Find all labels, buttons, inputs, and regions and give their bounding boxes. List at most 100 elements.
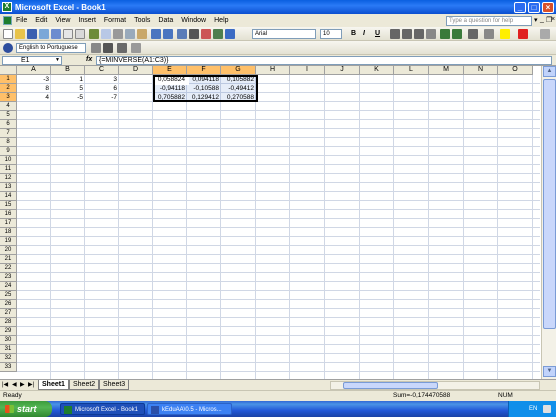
row-header-21[interactable]: 21	[0, 255, 17, 264]
row-header-15[interactable]: 15	[0, 201, 17, 210]
cell-e1[interactable]: 0,058824	[153, 75, 187, 84]
row-header-2[interactable]: 2	[0, 84, 17, 93]
row-header-33[interactable]: 33	[0, 363, 17, 372]
font-color-icon[interactable]	[518, 29, 528, 39]
column-header-g[interactable]: G	[221, 66, 256, 75]
next-sheet-icon[interactable]: ▶	[20, 381, 25, 388]
cell-a3[interactable]: 4	[17, 93, 51, 102]
hyperlink-icon[interactable]	[177, 29, 187, 39]
italic-button[interactable]: I	[363, 29, 365, 39]
row-header-16[interactable]: 16	[0, 210, 17, 219]
align-left-icon[interactable]	[390, 29, 400, 39]
cell-e3[interactable]: 0,705882	[153, 93, 187, 102]
cell-e2[interactable]: -0,94118	[153, 84, 187, 93]
name-box[interactable]: E1 ▼	[2, 56, 62, 65]
row-header-23[interactable]: 23	[0, 273, 17, 282]
cell-a2[interactable]: 8	[17, 84, 51, 93]
row-header-26[interactable]: 26	[0, 300, 17, 309]
horizontal-scroll-thumb[interactable]	[343, 382, 438, 389]
cut-icon[interactable]	[113, 29, 123, 39]
cell-c1[interactable]: 3	[85, 75, 119, 84]
workbook-icon[interactable]	[3, 16, 12, 25]
row-header-4[interactable]: 4	[0, 102, 17, 111]
column-header-e[interactable]: E	[153, 66, 187, 75]
row-header-25[interactable]: 25	[0, 291, 17, 300]
translate-word-icon[interactable]	[103, 43, 113, 53]
row-header-30[interactable]: 30	[0, 336, 17, 345]
research-icon[interactable]	[101, 29, 111, 39]
column-header-o[interactable]: O	[498, 66, 533, 75]
row-header-29[interactable]: 29	[0, 327, 17, 336]
save-icon[interactable]	[27, 29, 37, 39]
row-header-9[interactable]: 9	[0, 147, 17, 156]
borders-icon[interactable]	[484, 29, 494, 39]
cell-a1[interactable]: -3	[17, 75, 51, 84]
align-center-icon[interactable]	[402, 29, 412, 39]
scroll-down-icon[interactable]: ▼	[543, 366, 556, 377]
copy-icon[interactable]	[125, 29, 135, 39]
row-header-8[interactable]: 8	[0, 138, 17, 147]
row-header-5[interactable]: 5	[0, 111, 17, 120]
new-icon[interactable]	[3, 29, 13, 39]
first-sheet-icon[interactable]: |◀	[2, 381, 8, 388]
insert-function-icon[interactable]: fx	[86, 56, 92, 63]
translate-settings-icon[interactable]	[131, 43, 141, 53]
row-header-22[interactable]: 22	[0, 264, 17, 273]
menu-window[interactable]: Window	[181, 17, 206, 24]
tray-language[interactable]: EN	[529, 401, 537, 417]
percent-icon[interactable]	[452, 29, 462, 39]
row-header-19[interactable]: 19	[0, 237, 17, 246]
row-header-17[interactable]: 17	[0, 219, 17, 228]
font-size-select[interactable]: 10	[320, 29, 342, 39]
sort-ascending-icon[interactable]	[201, 29, 211, 39]
column-header-f[interactable]: F	[187, 66, 221, 75]
column-header-d[interactable]: D	[119, 66, 153, 75]
cell-b2[interactable]: 5	[51, 84, 85, 93]
workbook-minimize-button[interactable]: _	[540, 16, 544, 23]
column-header-a[interactable]: A	[17, 66, 51, 75]
menu-data[interactable]: Data	[158, 17, 173, 24]
vertical-scroll-thumb[interactable]	[543, 79, 556, 329]
row-header-27[interactable]: 27	[0, 309, 17, 318]
underline-button[interactable]: U	[375, 29, 380, 39]
print-preview-icon[interactable]	[75, 29, 85, 39]
formula-input[interactable]: {=MINVERSE(A1:C3)}	[96, 56, 552, 65]
print-icon[interactable]	[63, 29, 73, 39]
row-header-18[interactable]: 18	[0, 228, 17, 237]
menu-view[interactable]: View	[55, 17, 70, 24]
help-search-input[interactable]: Type a question for help	[446, 16, 532, 26]
permission-icon[interactable]	[39, 29, 49, 39]
column-header-c[interactable]: C	[85, 66, 119, 75]
row-header-3[interactable]: 3	[0, 93, 17, 102]
translate-icon[interactable]	[3, 43, 13, 53]
row-header-10[interactable]: 10	[0, 156, 17, 165]
toolbar-options-icon[interactable]	[540, 29, 550, 39]
row-header-31[interactable]: 31	[0, 345, 17, 354]
translate-option-icon[interactable]	[91, 43, 101, 53]
cell-c2[interactable]: 6	[85, 84, 119, 93]
tab-sheet3[interactable]: Sheet3	[99, 380, 130, 390]
minimize-button[interactable]: _	[514, 1, 526, 13]
row-header-28[interactable]: 28	[0, 318, 17, 327]
cell-c3[interactable]: -7	[85, 93, 119, 102]
menu-edit[interactable]: Edit	[35, 17, 47, 24]
scroll-up-icon[interactable]: ▲	[543, 66, 556, 77]
translate-page-icon[interactable]	[117, 43, 127, 53]
close-button[interactable]: ×	[542, 1, 554, 13]
row-header-7[interactable]: 7	[0, 129, 17, 138]
open-icon[interactable]	[15, 29, 25, 39]
row-header-13[interactable]: 13	[0, 183, 17, 192]
column-header-n[interactable]: N	[464, 66, 498, 75]
column-header-j[interactable]: J	[325, 66, 360, 75]
bold-button[interactable]: B	[351, 29, 356, 39]
workbook-close-button[interactable]: ×	[551, 16, 555, 23]
column-header-h[interactable]: H	[256, 66, 290, 75]
row-header-14[interactable]: 14	[0, 192, 17, 201]
currency-icon[interactable]	[440, 29, 450, 39]
horizontal-scrollbar[interactable]	[330, 381, 540, 390]
menu-tools[interactable]: Tools	[134, 17, 150, 24]
merge-center-icon[interactable]	[426, 29, 436, 39]
row-header-6[interactable]: 6	[0, 120, 17, 129]
paste-icon[interactable]	[137, 29, 147, 39]
column-header-k[interactable]: K	[360, 66, 394, 75]
